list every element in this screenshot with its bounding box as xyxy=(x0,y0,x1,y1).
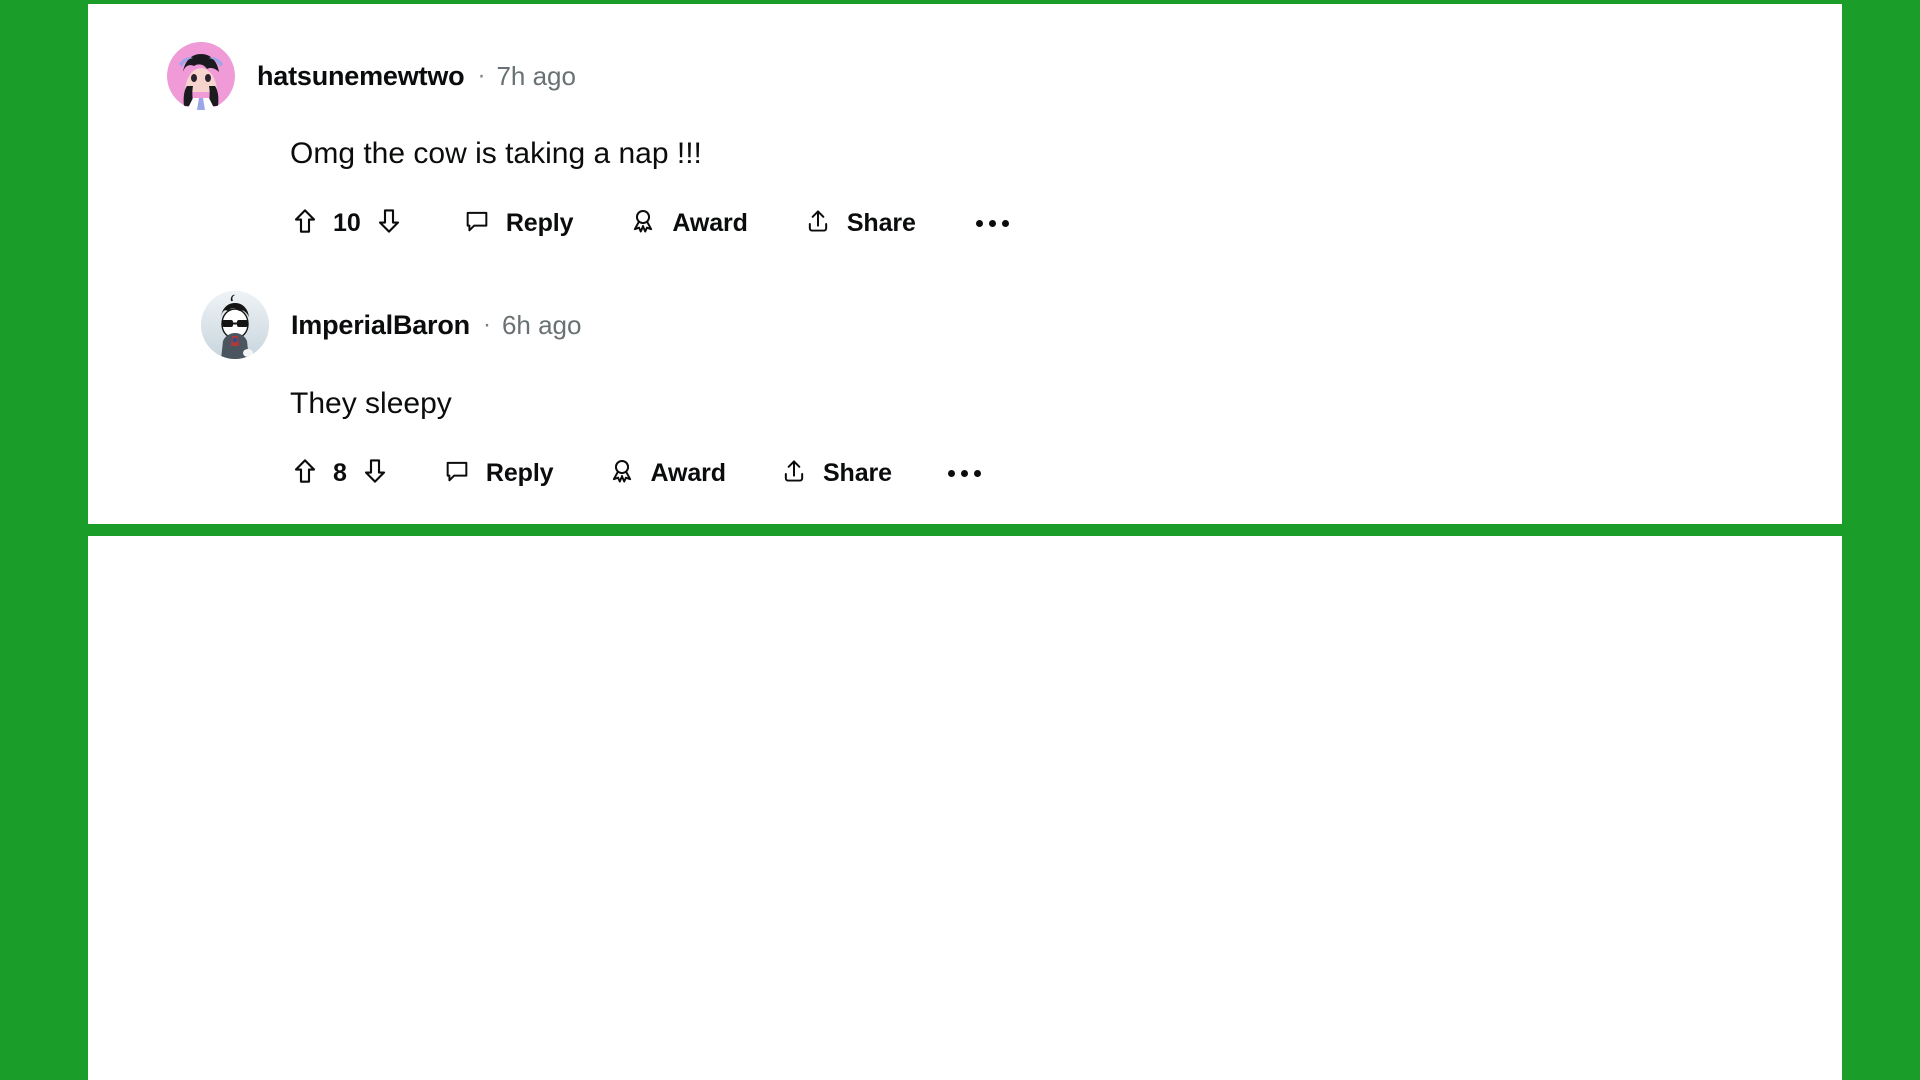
avatar-hatsunemewtwo[interactable] xyxy=(167,42,235,110)
comment-username[interactable]: ImperialBaron xyxy=(291,310,470,341)
downvote-arrow-icon[interactable] xyxy=(374,206,404,241)
comment-card-2: Comprehensive_Toe925 · 5h ago It's the s… xyxy=(88,536,1842,1080)
overflow-ellipsis-icon[interactable] xyxy=(947,470,981,477)
comment-card-1: hatsunemewtwo · 7h ago Omg the cow is ta… xyxy=(88,4,1842,524)
separator-dot: · xyxy=(482,311,491,338)
reply-label: Reply xyxy=(505,209,574,237)
comment-body: Omg the cow is taking a nap !!! xyxy=(290,137,702,170)
avatar-image xyxy=(201,291,269,359)
comment-username[interactable]: hatsunemewtwo xyxy=(257,61,465,92)
share-arrow-icon xyxy=(804,207,832,240)
upvote-arrow-icon[interactable] xyxy=(290,456,320,491)
avatar-imperialbaron[interactable] xyxy=(201,291,269,359)
comment-body: They sleepy xyxy=(290,387,452,420)
award-label: Award xyxy=(650,459,727,487)
comment-bubble-icon xyxy=(443,457,471,490)
comment-bubble-icon xyxy=(463,207,491,240)
reply-label: Reply xyxy=(485,459,554,487)
comment-timestamp: 7h ago xyxy=(496,60,576,91)
vote-group: 10 xyxy=(290,206,404,241)
comment-timestamp: 6h ago xyxy=(501,309,582,340)
upvote-arrow-icon[interactable] xyxy=(290,206,320,241)
comment-header: ImperialBaron · 6h ago xyxy=(201,291,581,359)
page-root: hatsunemewtwo · 7h ago Omg the cow is ta… xyxy=(0,0,1920,1080)
award-ribbon-icon xyxy=(608,457,636,490)
award-ribbon-icon xyxy=(629,207,657,240)
comment-action-bar: 8 Reply Award Share xyxy=(290,456,981,491)
share-button[interactable]: Share xyxy=(804,207,916,240)
separator-dot: · xyxy=(477,62,486,89)
overflow-ellipsis-icon[interactable] xyxy=(975,220,1009,227)
share-label: Share xyxy=(846,209,916,237)
award-button[interactable]: Award xyxy=(629,207,748,240)
share-button[interactable]: Share xyxy=(780,457,892,490)
comment-header: hatsunemewtwo · 7h ago xyxy=(167,42,576,110)
comment-action-bar: 10 Reply Award Share xyxy=(290,206,1009,241)
award-button[interactable]: Award xyxy=(608,457,726,490)
vote-count: 8 xyxy=(333,459,347,487)
award-label: Award xyxy=(672,209,748,237)
downvote-arrow-icon[interactable] xyxy=(360,456,390,491)
reply-button[interactable]: Reply xyxy=(463,207,574,240)
vote-count: 10 xyxy=(333,209,361,237)
share-arrow-icon xyxy=(780,457,808,490)
avatar-image xyxy=(167,42,235,110)
share-label: Share xyxy=(822,459,892,487)
vote-group: 8 xyxy=(290,456,390,491)
reply-button[interactable]: Reply xyxy=(443,457,554,490)
